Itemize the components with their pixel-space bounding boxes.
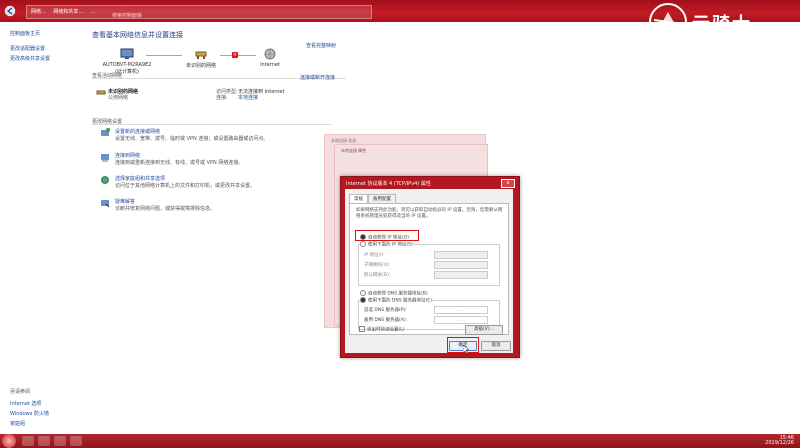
homegroup-icon [101, 176, 109, 184]
sidebar-home-link[interactable]: 控制面板主页 [10, 30, 80, 37]
sidebar-item-adapter[interactable]: 更改适配器设置 [10, 45, 80, 52]
task-link[interactable]: 疑难解答 [115, 198, 135, 205]
ip-address-input[interactable] [434, 251, 488, 259]
taskbar-media-icon[interactable] [54, 436, 66, 446]
see-also-internet-options[interactable]: Internet 选项 [10, 400, 41, 407]
broken-link-icon: × [232, 52, 238, 58]
network-map: AUTOBVT-M2RA9E2 (此计算机) 未识别的网络 × Internet [86, 48, 346, 92]
validate-label: 退出时验证设置(L) [367, 327, 405, 333]
computer-icon [120, 48, 134, 59]
troubleshoot-icon [101, 200, 110, 208]
start-button[interactable] [2, 434, 16, 448]
see-also-title: 另请参阅 [10, 389, 31, 395]
tab-general[interactable]: 常规 [349, 194, 368, 203]
connect-network-icon [101, 154, 109, 162]
dialog-body: 常规 备用配置 如果网络支持此功能，则可以获取自动指派的 IP 设置。否则，您需要… [345, 189, 513, 355]
taskbar-control-panel-icon[interactable] [70, 436, 82, 446]
window-title: 本地连接 属性 [341, 148, 367, 153]
breadcrumb-1[interactable]: 网络... [31, 9, 46, 15]
breadcrumb-2[interactable]: 网络和共享... [53, 9, 83, 15]
gateway-label: 默认网关(D): [364, 273, 391, 278]
task-link[interactable]: 连接到网络 [115, 152, 140, 159]
task-desc: 设置无线、宽带、拨号、临时或 VPN 连接；或设置路由器或访问点。 [115, 136, 269, 142]
gateway-input[interactable] [434, 271, 488, 279]
taskbar-explorer-icon[interactable] [38, 436, 50, 446]
internet-label: Internet [260, 62, 280, 68]
task-link[interactable]: 选择家庭组和共享选项 [115, 175, 165, 182]
radio-unselected-icon [360, 290, 366, 296]
preferred-dns-input[interactable]: . . . [434, 306, 488, 314]
highlight-box [355, 230, 419, 241]
active-network: 未识别的网络 公用网络 访问类型: 无法连接到 Internet 连接: 本地连… [96, 88, 350, 110]
page-title: 查看基本网络信息并设置连接 [92, 31, 183, 39]
task-desc: 诊断并修复网络问题，或获得故障排除信息。 [115, 206, 216, 212]
search-input[interactable]: 搜索控制面板 [112, 12, 142, 19]
ip-address-label: IP 地址(I): [364, 253, 385, 258]
network-type-link[interactable]: 公用网络 [108, 94, 128, 101]
see-also-homegroup[interactable]: 家庭组 [10, 420, 25, 427]
alternate-dns-input[interactable]: . . . [434, 316, 488, 324]
address-bar[interactable]: 网络... 网络和共享... ... [26, 5, 372, 19]
validate-on-exit-checkbox[interactable]: 退出时验证设置(L) [359, 326, 405, 333]
general-panel: 如果网络支持此功能，则可以获取自动指派的 IP 设置。否则，您需要从网络系统管理… [349, 203, 509, 335]
breadcrumb-3[interactable]: ... [91, 9, 96, 15]
map-network: 未识别的网络 [176, 48, 226, 69]
subnet-mask-input[interactable] [434, 261, 488, 269]
sidebar-item-sharing[interactable]: 更改高级共享设置 [10, 55, 80, 62]
dialog-title: Internet 协议版本 4 (TCP/IPv4) 属性 [346, 181, 431, 187]
see-also-firewall[interactable]: Windows 防火墙 [10, 410, 49, 417]
ipv4-properties-dialog: Internet 协议版本 4 (TCP/IPv4) 属性 x 常规 备用配置 如… [340, 176, 520, 358]
auto-dns-radio[interactable]: 自动获得 DNS 服务器地址(B) [360, 290, 428, 297]
local-connection-link[interactable]: 本地连接 [238, 94, 258, 101]
manual-dns-radio[interactable]: 使用下面的 DNS 服务器地址(E): [360, 297, 434, 304]
task-desc: 访问位于其他网络计算机上的文件和打印机，或更改共享设置。 [115, 183, 256, 189]
globe-icon [264, 48, 276, 60]
cancel-button[interactable]: 取消 [481, 341, 511, 351]
taskbar: 15:46 2019/12/26 [0, 434, 800, 448]
new-connection-icon [101, 128, 110, 136]
subnet-mask-label: 子网掩码(U): [364, 263, 391, 268]
mouse-cursor-icon [463, 345, 470, 355]
auto-dns-label: 自动获得 DNS 服务器地址(B) [368, 291, 428, 297]
network-name: 未识别的网络 [185, 63, 216, 69]
connect-disconnect-link[interactable]: 连接或断开连接 [300, 74, 335, 81]
taskbar-ie-icon[interactable] [22, 436, 34, 446]
network-bench-icon [195, 51, 207, 59]
task-desc: 连接到或重新连接到无线、有线、拨号或 VPN 网络连接。 [115, 160, 244, 166]
main-panel: 查看基本网络信息并设置连接 查看完整映射 AUTOBVT-M2RA9E2 (此计… [86, 22, 346, 434]
clock-date: 2019/12/26 [765, 440, 794, 446]
close-button[interactable]: x [501, 179, 515, 188]
radio-selected-icon [360, 297, 366, 303]
task-link[interactable]: 设置新的连接或网络 [115, 128, 160, 135]
manual-dns-label: 使用下面的 DNS 服务器地址(E): [368, 298, 434, 304]
knight-logo-icon [649, 3, 687, 41]
radio-unselected-icon [360, 241, 366, 247]
advanced-button[interactable]: 高级(V)... [465, 325, 503, 335]
checkbox-icon [359, 326, 365, 332]
dialog-tabs: 常规 备用配置 [349, 194, 396, 203]
preferred-dns-label: 首选 DNS 服务器(P): [364, 308, 407, 313]
brand-logo: 云骑士 [646, 0, 796, 44]
map-internet: Internet [250, 48, 290, 68]
divider [92, 124, 332, 125]
dialog-description: 如果网络支持此功能，则可以获取自动指派的 IP 设置。否则，您需要从网络系统管理… [356, 208, 503, 219]
connection-key: 连接: [216, 95, 228, 101]
tab-alternate[interactable]: 备用配置 [368, 194, 396, 203]
back-icon[interactable] [4, 5, 18, 17]
logo-text: 云骑士 [692, 14, 752, 35]
manual-ip-label: 使用下面的 IP 地址(S): [368, 242, 415, 248]
map-computer: AUTOBVT-M2RA9E2 (此计算机) [102, 48, 152, 75]
manual-ip-radio[interactable]: 使用下面的 IP 地址(S): [360, 241, 415, 248]
alternate-dns-label: 备用 DNS 服务器(A): [364, 318, 408, 323]
system-clock[interactable]: 15:46 2019/12/26 [765, 436, 794, 446]
network-bench-small-icon [96, 90, 106, 95]
sidebar: 控制面板主页 更改适配器设置 更改高级共享设置 另请参阅 Internet 选项… [0, 22, 80, 434]
